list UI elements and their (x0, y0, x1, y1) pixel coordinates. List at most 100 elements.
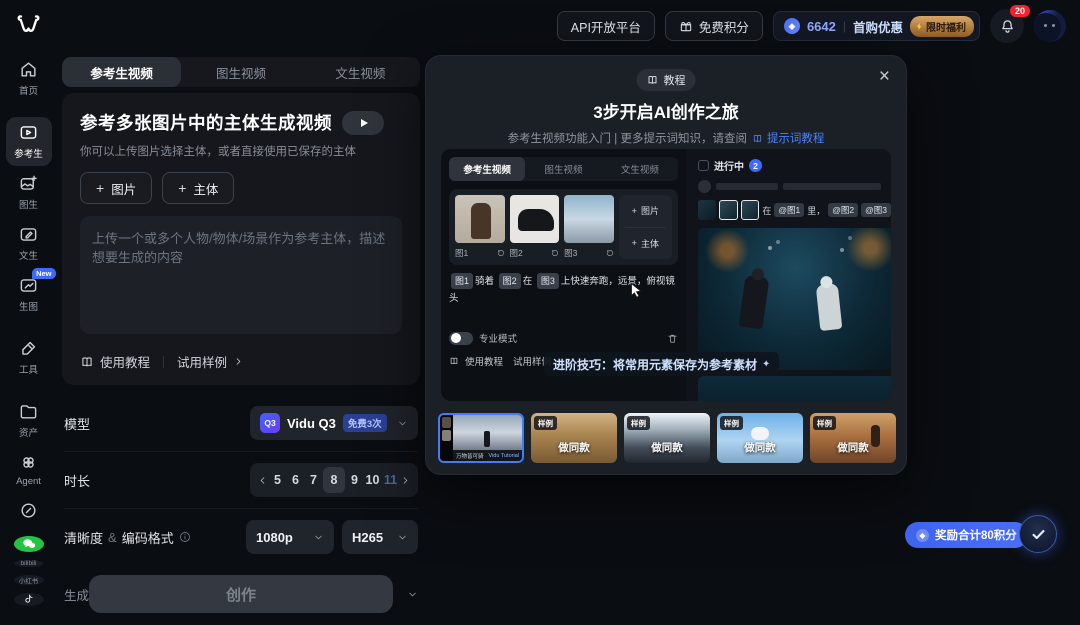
chevron-down-icon (397, 418, 408, 429)
modal-subtitle: 参考生视频功能入门 | 更多提示词知识，请查阅 提示词教程 (426, 130, 906, 146)
play-icon (361, 119, 368, 127)
sidebar-item-reference-gen[interactable]: 参考生 (6, 117, 52, 166)
model-free-badge: 免费3次 (343, 414, 387, 432)
cowboy-thumbnail (455, 195, 505, 243)
douyin-icon[interactable] (14, 593, 44, 606)
refresh-icon (551, 249, 559, 257)
modal-title: 3步开启AI创作之旅 (426, 98, 906, 123)
info-icon (179, 531, 191, 543)
plus-icon: + (178, 180, 186, 196)
book-icon (752, 133, 763, 144)
sidebar-item-feedback[interactable] (6, 495, 52, 526)
duration-option-8-selected[interactable]: 8 (323, 467, 345, 493)
resolution-select[interactable]: 1080p (246, 520, 334, 554)
settings: 模型 Q3 Vidu Q3 免费3次 时长 5 6 7 8 9 1 (62, 395, 420, 565)
bell-icon (999, 18, 1016, 35)
notifications-button[interactable]: 20 (990, 9, 1024, 43)
book-icon (647, 74, 659, 86)
reward-claim-button[interactable] (1019, 515, 1057, 553)
bilibili-icon[interactable]: bilibili (14, 560, 44, 567)
demo-upload-card: 图1 图2 图3 +图片 (449, 189, 678, 265)
sidebar-item-text-to-video[interactable]: 文生 (6, 219, 52, 268)
duration-stepper: 5 6 7 8 9 10 11 (250, 463, 418, 497)
book-icon (80, 355, 94, 369)
sample-cards-row: 万物皆可骑 Vidu Tutorial 样例 做同款 样例 做同款 样例 做同款… (438, 413, 896, 463)
prompt-input[interactable] (80, 216, 402, 334)
codec-select[interactable]: H265 (342, 520, 418, 554)
avatar[interactable] (1034, 10, 1066, 42)
horse-thumbnail (510, 195, 560, 243)
add-image-button[interactable]: + 图片 (80, 172, 152, 204)
duration-next-arrow[interactable] (400, 475, 411, 486)
sample-card-2[interactable]: 样例 做同款 (624, 413, 710, 463)
model-select[interactable]: Q3 Vidu Q3 免费3次 (250, 406, 418, 440)
tools-icon (19, 339, 38, 358)
create-button[interactable]: 创作 (89, 575, 393, 613)
credits-pill[interactable]: ◆ 6642 | 首购优惠 限时福利 (773, 11, 980, 41)
create-area: 生成 创作 (62, 569, 420, 625)
sidebar-item-image-gen[interactable]: New 生图 (6, 270, 52, 319)
demo-add-column: +图片 +主体 (619, 195, 672, 259)
tab-image-video[interactable]: 图生视频 (181, 57, 300, 87)
credit-coin-icon: ◆ (784, 18, 800, 34)
sidebar-item-tools[interactable]: 工具 (6, 333, 52, 382)
page-title: 参考多张图片中的主体生成视频 (80, 110, 332, 135)
duration-option-9[interactable]: 9 (346, 473, 363, 487)
panel-tabbar: 参考生视频 图生视频 文生视频 (62, 57, 420, 87)
model-value: Vidu Q3 (287, 416, 336, 431)
duration-prev-arrow[interactable] (257, 475, 268, 486)
make-same-button[interactable]: 做同款 (810, 440, 896, 455)
tutorial-modal: × 教程 3步开启AI创作之旅 参考生视频功能入门 | 更多提示词知识，请查阅 … (425, 55, 907, 475)
lightning-icon (915, 21, 924, 32)
page-subtitle: 你可以上传图片选择主体，或者直接使用已保存的主体 (80, 143, 402, 159)
landscape-thumbnail (564, 195, 614, 243)
sample-link[interactable]: 试用样例 (177, 352, 244, 371)
free-credits-button[interactable]: 免费积分 (665, 11, 763, 41)
free-credits-label: 免费积分 (699, 17, 749, 36)
duration-option-10[interactable]: 10 (364, 473, 381, 487)
advanced-tip-tooltip: 进阶技巧：将常用元素保存为参考素材 ✦ (544, 352, 779, 376)
tab-reference-video[interactable]: 参考生视频 (62, 57, 181, 87)
prompt-tutorial-link[interactable]: 提示词教程 (752, 130, 825, 146)
make-same-button[interactable]: 做同款 (624, 440, 710, 455)
credit-balance: 6642 (807, 19, 836, 34)
intro-video-button[interactable] (342, 111, 384, 135)
topbar: API开放平台 免费积分 ◆ 6642 | 首购优惠 限时福利 20 (0, 0, 1080, 48)
xiaohongshu-icon[interactable]: 小红书 (14, 575, 44, 585)
duration-option-5[interactable]: 5 (269, 473, 286, 487)
book-icon (449, 356, 459, 366)
duration-option-11[interactable]: 11 (382, 473, 399, 487)
demo-ref-2: 图2 (510, 195, 560, 259)
demo-result-tags: 在 @图1 里， @图2 @图3 (698, 200, 891, 220)
sidebar-item-image-to-video[interactable]: 图生 (6, 168, 52, 217)
mouse-cursor (629, 282, 644, 299)
sample-card-4[interactable]: 样例 做同款 (810, 413, 896, 463)
wechat-icon[interactable] (14, 536, 44, 552)
tab-text-video[interactable]: 文生视频 (301, 57, 420, 87)
sidebar-item-agent[interactable]: Agent (6, 447, 52, 493)
pro-mode-toggle (449, 332, 473, 345)
reference-card: 参考多张图片中的主体生成视频 你可以上传图片选择主体，或者直接使用已保存的主体 … (62, 93, 420, 385)
sidebar-item-assets[interactable]: 资产 (6, 396, 52, 445)
tutorial-video-card[interactable]: 万物皆可骑 Vidu Tutorial (438, 413, 524, 463)
reward-tooltip: ◆ 奖励合计80积分 (905, 522, 1028, 548)
make-same-button[interactable]: 做同款 (717, 440, 803, 455)
sample-card-1[interactable]: 样例 做同款 (531, 413, 617, 463)
vidu-logo[interactable] (15, 11, 42, 37)
make-same-button[interactable]: 做同款 (531, 440, 617, 455)
sample-card-3[interactable]: 样例 做同款 (717, 413, 803, 463)
sidebar: 首页 参考生 图生 文生 New 生图 工具 资产 Agent bilibili (0, 48, 57, 583)
add-subject-button[interactable]: + 主体 (162, 172, 234, 204)
duration-option-6[interactable]: 6 (287, 473, 304, 487)
duration-option-7[interactable]: 7 (305, 473, 322, 487)
home-icon (19, 60, 38, 79)
api-platform-button[interactable]: API开放平台 (557, 11, 655, 41)
coin-icon: ◆ (916, 529, 929, 542)
sidebar-item-home[interactable]: 首页 (6, 54, 52, 103)
tutorial-link[interactable]: 使用教程 (80, 352, 150, 371)
chevron-right-icon (233, 356, 244, 367)
second-result-image (698, 376, 891, 401)
chevron-down-icon (313, 532, 324, 543)
demo-checkbox (698, 160, 709, 171)
close-icon[interactable]: × (879, 66, 890, 88)
